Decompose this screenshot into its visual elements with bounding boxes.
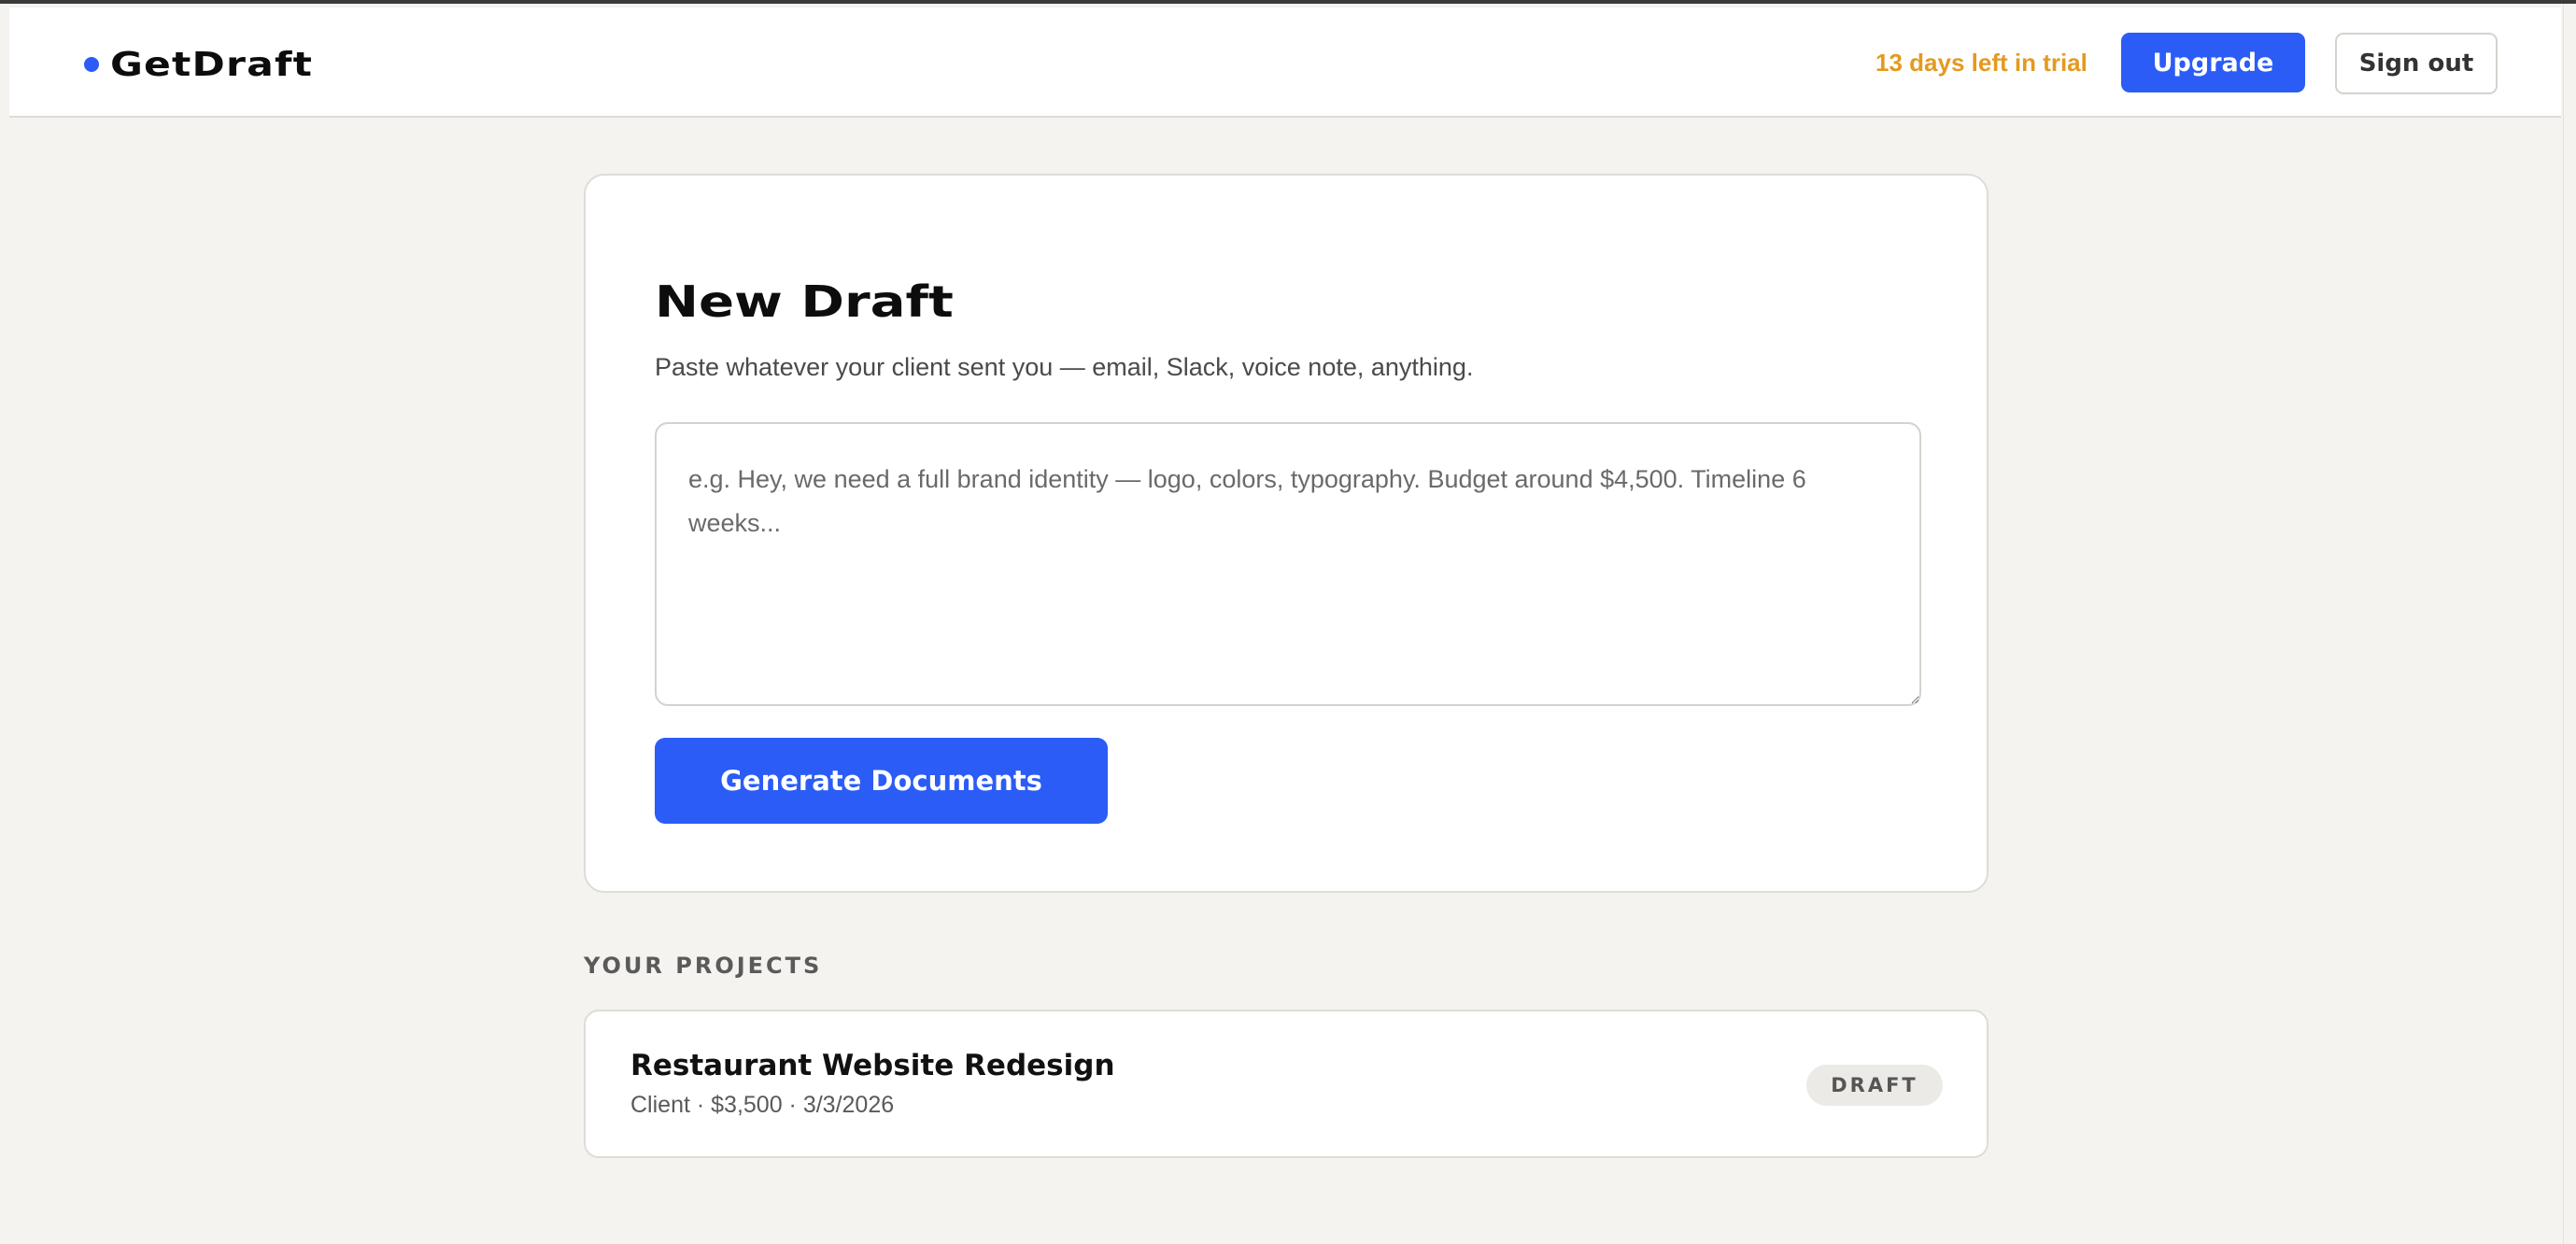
brand-logo[interactable]: GetDraft: [84, 41, 312, 88]
page-subtitle: Paste whatever your client sent you — em…: [655, 353, 1474, 381]
new-draft-card: New Draft Paste whatever your client sen…: [584, 174, 1989, 893]
client-message-input[interactable]: [655, 422, 1921, 706]
projects-heading: YOUR PROJECTS: [584, 953, 823, 979]
brand-name: GetDraft: [110, 45, 314, 84]
generate-documents-button[interactable]: Generate Documents: [655, 738, 1108, 824]
project-name: Restaurant Website Redesign: [630, 1049, 1115, 1082]
app-window: GetDraft 13 days left in trial Upgrade S…: [0, 0, 2576, 1244]
page-title: New Draft: [655, 276, 954, 327]
status-badge: DRAFT: [1806, 1065, 1943, 1106]
project-card[interactable]: Restaurant Website Redesign Client · $3,…: [584, 1010, 1989, 1158]
trial-status: 13 days left in trial: [1875, 49, 2088, 77]
project-meta: Client · $3,500 · 3/3/2026: [630, 1092, 895, 1118]
top-nav: GetDraft 13 days left in trial Upgrade S…: [9, 7, 2561, 118]
sign-out-button[interactable]: Sign out: [2335, 33, 2498, 94]
brand-dot-icon: [84, 57, 99, 72]
window-edge: [2563, 4, 2576, 1244]
upgrade-button[interactable]: Upgrade: [2121, 33, 2305, 92]
